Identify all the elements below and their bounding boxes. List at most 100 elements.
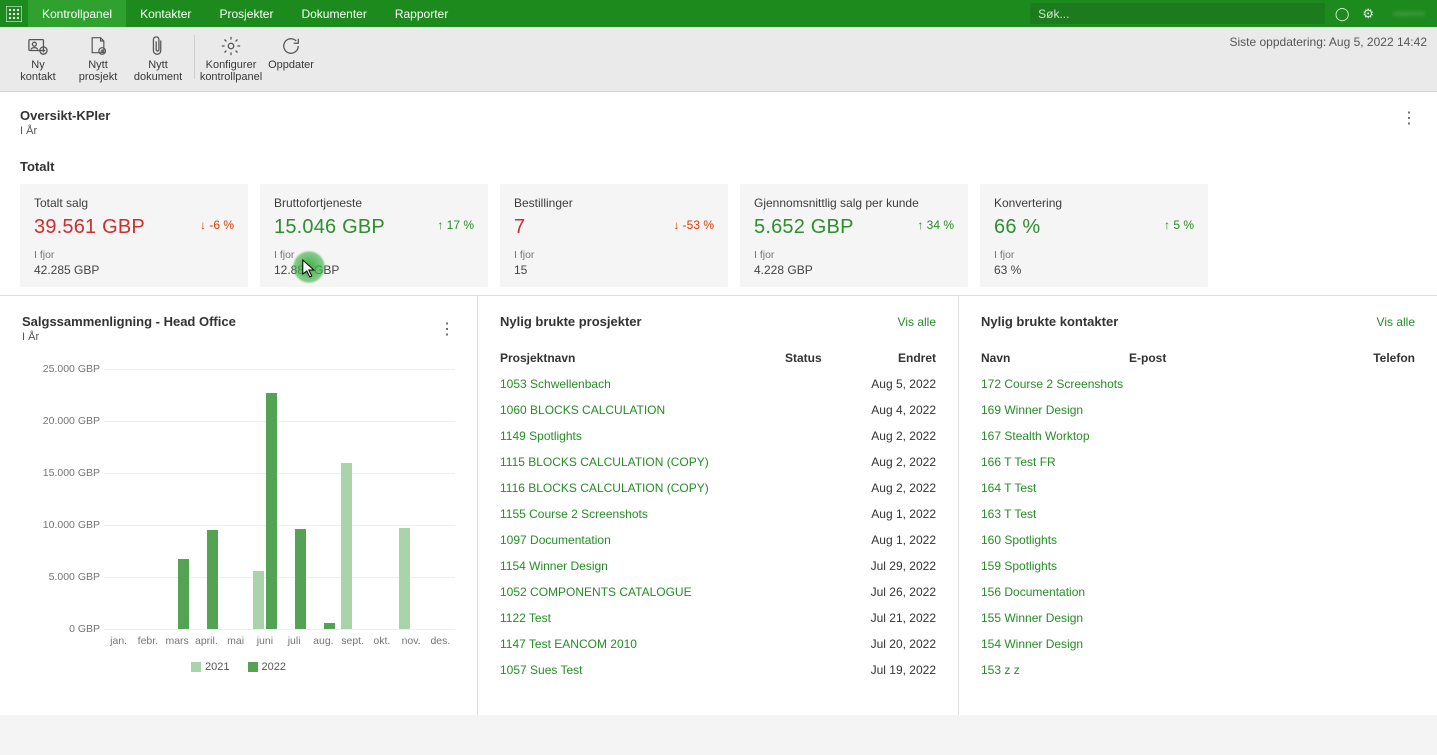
- contact-link[interactable]: 154 Winner Design: [981, 637, 1083, 651]
- bar-group: [192, 530, 221, 629]
- project-status: [785, 585, 855, 599]
- x-label: des.: [426, 635, 455, 647]
- contacts-view-all-link[interactable]: Vis alle: [1377, 315, 1415, 329]
- project-changed: Jul 21, 2022: [855, 611, 936, 625]
- project-changed: Jul 26, 2022: [855, 585, 936, 599]
- project-changed: Aug 5, 2022: [855, 377, 936, 391]
- contact-link[interactable]: 169 Winner Design: [981, 403, 1083, 417]
- bar-group: [163, 559, 192, 629]
- bar-group: [280, 529, 309, 629]
- project-link[interactable]: 1052 COMPONENTS CATALOGUE: [500, 585, 692, 599]
- project-link[interactable]: 1147 Test EANCOM 2010: [500, 637, 637, 651]
- ribbon-project-button[interactable]: Nyttprosjekt: [68, 31, 128, 83]
- contact-link[interactable]: 160 Spotlights: [981, 533, 1057, 547]
- contact-phone: [1289, 377, 1415, 391]
- project-link[interactable]: 1057 Sues Test: [500, 663, 583, 677]
- contact-link[interactable]: 159 Spotlights: [981, 559, 1057, 573]
- col-project-name: Prosjektnavn: [500, 351, 785, 365]
- kpi-card[interactable]: Bestillinger7↓ -53 %I fjor15: [500, 184, 728, 287]
- project-changed: Aug 2, 2022: [855, 455, 936, 469]
- contact-link[interactable]: 156 Documentation: [981, 585, 1085, 599]
- kpi-delta: ↓ -53 %: [673, 218, 714, 232]
- project-row: 1149 SpotlightsAug 2, 2022: [500, 423, 936, 449]
- contact-link[interactable]: 166 T Test FR: [981, 455, 1056, 469]
- kpi-delta: ↓ -6 %: [200, 218, 234, 232]
- project-link[interactable]: 1097 Documentation: [500, 533, 611, 547]
- project-row: 1097 DocumentationAug 1, 2022: [500, 527, 936, 553]
- y-tick: 0 GBP: [69, 623, 100, 635]
- bar-2021: [399, 528, 410, 629]
- bar-2022: [178, 559, 189, 629]
- project-link[interactable]: 1154 Winner Design: [500, 559, 608, 573]
- contact-link[interactable]: 164 T Test: [981, 481, 1036, 495]
- project-link[interactable]: 1122 Test: [500, 611, 551, 625]
- contact-phone: [1289, 663, 1415, 677]
- project-link[interactable]: 1060 BLOCKS CALCULATION: [500, 403, 665, 417]
- bar-2021: [253, 571, 264, 629]
- search-input[interactable]: [1030, 3, 1325, 24]
- nav-tab-dokumenter[interactable]: Dokumenter: [287, 0, 380, 27]
- project-changed: Aug 4, 2022: [855, 403, 936, 417]
- kpi-card[interactable]: Bruttofortjeneste15.046 GBP↑ 17 %I fjor1…: [260, 184, 488, 287]
- kpi-prev-value: 63 %: [994, 263, 1194, 277]
- project-link[interactable]: 1053 Schwellenbach: [500, 377, 611, 391]
- project-changed: Aug 1, 2022: [855, 507, 936, 521]
- contact-email: [1129, 637, 1289, 651]
- project-link[interactable]: 1116 BLOCKS CALCULATION (COPY): [500, 481, 709, 495]
- user-menu[interactable]: •••••••: [1381, 0, 1437, 27]
- bar-group: [338, 463, 367, 629]
- kpi-period: I År: [20, 125, 1401, 137]
- contact-email: [1129, 611, 1289, 625]
- contact-row: 155 Winner Design: [981, 605, 1415, 631]
- kpi-card[interactable]: Totalt salg39.561 GBP↓ -6 %I fjor42.285 …: [20, 184, 248, 287]
- help-icon[interactable]: ◯: [1329, 0, 1355, 27]
- chart-title: Salgssammenligning - Head Office: [22, 314, 439, 329]
- y-tick: 10.000 GBP: [43, 519, 100, 531]
- contact-link[interactable]: 153 z z: [981, 663, 1020, 677]
- kpi-label: Bruttofortjeneste: [274, 196, 474, 210]
- ribbon-contact-button[interactable]: Nykontakt: [8, 31, 68, 83]
- bar-2022: [295, 529, 306, 629]
- kpi-menu-icon[interactable]: ⋮: [1401, 108, 1417, 128]
- bar-2022: [266, 393, 277, 629]
- kpi-label: Totalt salg: [34, 196, 234, 210]
- legend-item: 2021: [191, 661, 229, 673]
- contact-link[interactable]: 155 Winner Design: [981, 611, 1083, 625]
- ribbon-attach-button[interactable]: Nyttdokument: [128, 31, 188, 83]
- projects-title: Nylig brukte prosjekter: [500, 314, 898, 329]
- nav-tab-kontakter[interactable]: Kontakter: [126, 0, 205, 27]
- bar-2022: [207, 530, 218, 629]
- project-link[interactable]: 1115 BLOCKS CALCULATION (COPY): [500, 455, 709, 469]
- contact-phone: [1289, 403, 1415, 417]
- contact-phone: [1289, 507, 1415, 521]
- chart-menu-icon[interactable]: ⋮: [439, 319, 455, 339]
- nav-tab-prosjekter[interactable]: Prosjekter: [205, 0, 287, 27]
- projects-view-all-link[interactable]: Vis alle: [898, 315, 936, 329]
- project-link[interactable]: 1155 Course 2 Screenshots: [500, 507, 648, 521]
- contact-email: [1129, 559, 1289, 573]
- project-status: [785, 611, 855, 625]
- bar-group: [309, 623, 338, 629]
- contact-phone: [1289, 481, 1415, 495]
- contact-row: 167 Stealth Worktop: [981, 423, 1415, 449]
- contact-link[interactable]: 172 Course 2 Screenshots: [981, 377, 1123, 391]
- gear-icon: [220, 34, 242, 58]
- project-link[interactable]: 1149 Spotlights: [500, 429, 582, 443]
- project-changed: Jul 19, 2022: [855, 663, 936, 677]
- sales-chart-panel: Salgssammenligning - Head Office I År ⋮ …: [0, 296, 478, 715]
- kpi-card[interactable]: Konvertering66 %↑ 5 %I fjor63 %: [980, 184, 1208, 287]
- ribbon-gear-button[interactable]: Konfigurerkontrollpanel: [201, 31, 261, 83]
- contact-email: [1129, 377, 1289, 391]
- ribbon-refresh-button[interactable]: Oppdater: [261, 31, 321, 83]
- contact-link[interactable]: 167 Stealth Worktop: [981, 429, 1090, 443]
- settings-icon[interactable]: ⚙: [1355, 0, 1381, 27]
- nav-tab-kontrollpanel[interactable]: Kontrollpanel: [28, 0, 126, 27]
- contact-link[interactable]: 163 T Test: [981, 507, 1036, 521]
- kpi-card[interactable]: Gjennomsnittlig salg per kunde5.652 GBP↑…: [740, 184, 968, 287]
- nav-tab-rapporter[interactable]: Rapporter: [381, 0, 462, 27]
- contacts-title: Nylig brukte kontakter: [981, 314, 1377, 329]
- kpi-delta: ↑ 34 %: [917, 218, 954, 232]
- app-logo[interactable]: [0, 0, 28, 27]
- project-changed: Jul 20, 2022: [855, 637, 936, 651]
- ribbon-label: Nyttprosjekt: [79, 60, 118, 83]
